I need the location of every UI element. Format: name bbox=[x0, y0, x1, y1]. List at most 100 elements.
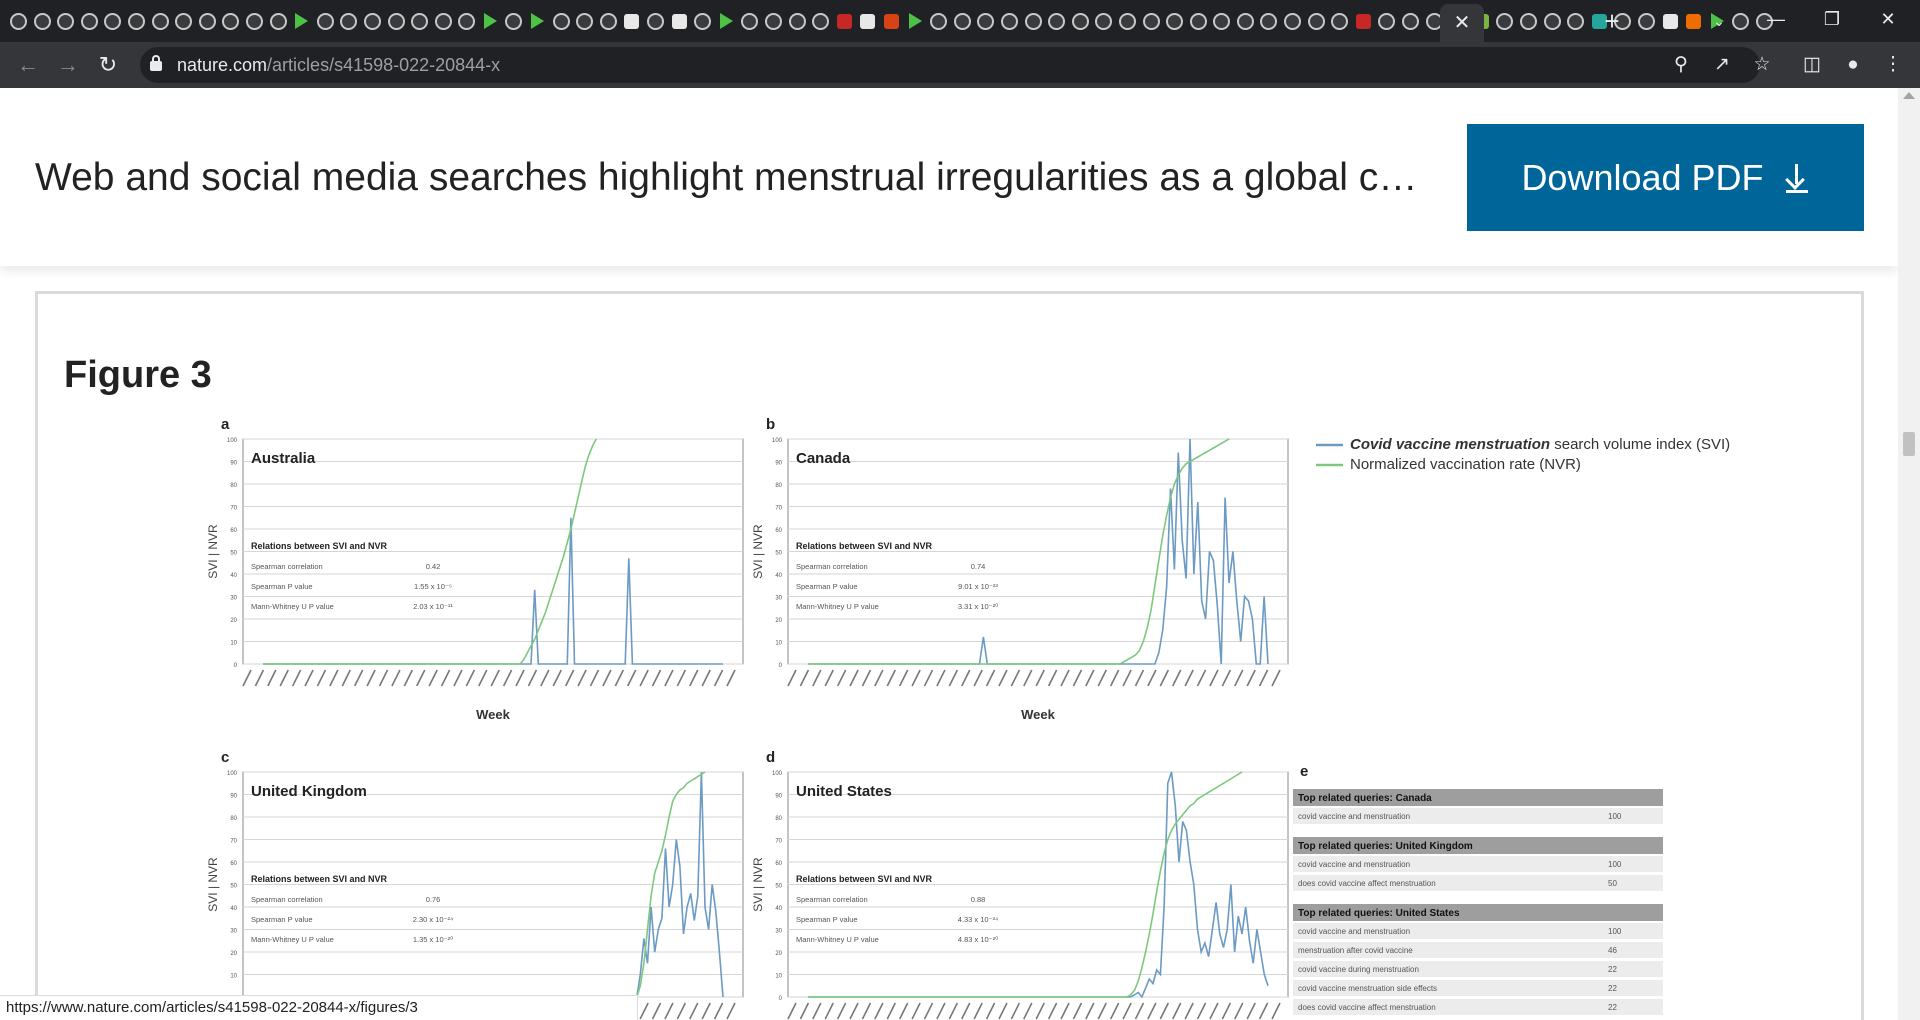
tab-favicon[interactable] bbox=[1636, 11, 1657, 32]
tab-favicon[interactable] bbox=[669, 11, 690, 32]
minimize-icon[interactable]: — bbox=[1748, 0, 1804, 38]
x-tick-mark bbox=[1246, 669, 1256, 687]
tab-favicon[interactable] bbox=[1211, 11, 1232, 32]
tab-favicon[interactable] bbox=[386, 11, 407, 32]
tab-favicon[interactable] bbox=[598, 11, 619, 32]
tab-favicon[interactable] bbox=[1518, 11, 1539, 32]
tab-favicon[interactable] bbox=[999, 11, 1020, 32]
plus-icon[interactable]: + bbox=[1598, 7, 1626, 35]
tab-favicon[interactable] bbox=[1235, 11, 1256, 32]
tab-favicon[interactable] bbox=[1376, 11, 1397, 32]
tab-favicon[interactable] bbox=[1683, 11, 1704, 32]
tab-favicon[interactable] bbox=[574, 11, 595, 32]
tab-favicon[interactable] bbox=[1046, 11, 1067, 32]
tab-favicon[interactable] bbox=[220, 11, 241, 32]
tab-favicon[interactable] bbox=[1494, 11, 1515, 32]
tab-favicon[interactable] bbox=[8, 11, 29, 32]
menu-icon[interactable]: ⋮ bbox=[1880, 52, 1906, 78]
tab-favicon[interactable] bbox=[480, 11, 501, 32]
x-tick-mark bbox=[824, 1002, 834, 1020]
query-text: does covid vaccine affect menstruation bbox=[1298, 1003, 1436, 1012]
lock-icon[interactable] bbox=[150, 55, 162, 71]
star-icon[interactable]: ☆ bbox=[1749, 52, 1775, 78]
tab-favicon[interactable] bbox=[1565, 11, 1586, 32]
tab-favicon[interactable] bbox=[32, 11, 53, 32]
tab-favicon[interactable] bbox=[881, 11, 902, 32]
tab-favicon[interactable] bbox=[197, 11, 218, 32]
tab-favicon[interactable] bbox=[1306, 11, 1327, 32]
panel-letter: a bbox=[221, 416, 230, 433]
profile-icon[interactable]: ● bbox=[1840, 52, 1866, 78]
tab-favicon[interactable] bbox=[834, 11, 855, 32]
tab-favicon[interactable] bbox=[503, 11, 524, 32]
tab-favicon[interactable] bbox=[244, 11, 265, 32]
tab-favicon[interactable] bbox=[551, 11, 572, 32]
tab-favicon[interactable] bbox=[1070, 11, 1091, 32]
tab-favicon[interactable] bbox=[645, 11, 666, 32]
y-tick-label: 10 bbox=[230, 974, 237, 980]
tab-favicon[interactable] bbox=[409, 11, 430, 32]
active-tab[interactable]: ✕ bbox=[1440, 4, 1484, 42]
tab-favicon[interactable] bbox=[1542, 11, 1563, 32]
tab-favicon[interactable] bbox=[1660, 11, 1681, 32]
tab-favicon[interactable] bbox=[716, 11, 737, 32]
tab-favicon[interactable] bbox=[79, 11, 100, 32]
zoom-icon[interactable]: ⚲ bbox=[1668, 52, 1694, 78]
scroll-up-arrow[interactable] bbox=[1903, 92, 1915, 99]
x-tick-mark bbox=[1209, 1002, 1219, 1020]
tab-favicon[interactable] bbox=[739, 11, 760, 32]
sidepanel-icon[interactable]: ◫ bbox=[1799, 52, 1825, 78]
url-text[interactable]: nature.com/articles/s41598-022-20844-x bbox=[177, 55, 500, 76]
tab-favicon[interactable] bbox=[1117, 11, 1138, 32]
tab-favicon[interactable] bbox=[1164, 11, 1185, 32]
scroll-thumb[interactable] bbox=[1903, 432, 1915, 456]
share-icon[interactable]: ↗ bbox=[1709, 52, 1735, 78]
reload-icon[interactable]: ↻ bbox=[92, 49, 124, 81]
tab-favicon[interactable] bbox=[952, 11, 973, 32]
tab-favicon[interactable] bbox=[362, 11, 383, 32]
tab-favicon[interactable] bbox=[102, 11, 123, 32]
tab-favicon[interactable] bbox=[857, 11, 878, 32]
tab-favicon[interactable] bbox=[621, 11, 642, 32]
figure-image[interactable]: a0102030405060708090100SVI | NVRWeekAust… bbox=[38, 294, 1861, 1020]
tab-favicon[interactable] bbox=[433, 11, 454, 32]
tab-favicon[interactable] bbox=[1282, 11, 1303, 32]
tab-favicon[interactable] bbox=[173, 11, 194, 32]
tab-favicon[interactable] bbox=[268, 11, 289, 32]
chevron-down-icon[interactable]: ⌄ bbox=[1706, 8, 1732, 34]
tab-favicon[interactable] bbox=[810, 11, 831, 32]
close-window-icon[interactable]: ✕ bbox=[1860, 0, 1916, 38]
tab-favicon[interactable] bbox=[126, 11, 147, 32]
tab-favicon[interactable] bbox=[315, 11, 336, 32]
tab-favicon[interactable] bbox=[787, 11, 808, 32]
tab-favicon[interactable] bbox=[291, 11, 312, 32]
tab-favicon[interactable] bbox=[975, 11, 996, 32]
tab-favicon[interactable] bbox=[1329, 11, 1350, 32]
scrollbar[interactable] bbox=[1898, 88, 1920, 1020]
x-tick-mark bbox=[799, 1002, 810, 1020]
forward-icon[interactable]: → bbox=[52, 49, 84, 81]
tab-favicon[interactable] bbox=[338, 11, 359, 32]
tab-favicon[interactable] bbox=[1023, 11, 1044, 32]
tab-favicon[interactable] bbox=[1188, 11, 1209, 32]
x-tick-mark bbox=[1085, 1002, 1095, 1020]
restore-icon[interactable]: ❐ bbox=[1804, 0, 1860, 38]
tab-favicon[interactable] bbox=[928, 11, 949, 32]
x-tick-mark bbox=[1023, 1002, 1033, 1020]
tab-favicon[interactable] bbox=[692, 11, 713, 32]
tab-favicon[interactable] bbox=[55, 11, 76, 32]
tab-favicon[interactable] bbox=[527, 11, 548, 32]
close-icon[interactable]: ✕ bbox=[1454, 13, 1471, 33]
tab-favicon[interactable] bbox=[1258, 11, 1279, 32]
tab-favicon[interactable] bbox=[763, 11, 784, 32]
tab-favicon[interactable] bbox=[1353, 11, 1374, 32]
tab-favicon[interactable] bbox=[1400, 11, 1421, 32]
back-icon[interactable]: ← bbox=[12, 49, 44, 81]
x-tick-mark bbox=[911, 669, 921, 687]
tab-favicon[interactable] bbox=[905, 11, 926, 32]
tab-favicon[interactable] bbox=[150, 11, 171, 32]
tab-favicon[interactable] bbox=[1093, 11, 1114, 32]
download-pdf-button[interactable]: Download PDF bbox=[1467, 124, 1864, 231]
tab-favicon[interactable] bbox=[456, 11, 477, 32]
tab-favicon[interactable] bbox=[1141, 11, 1162, 32]
